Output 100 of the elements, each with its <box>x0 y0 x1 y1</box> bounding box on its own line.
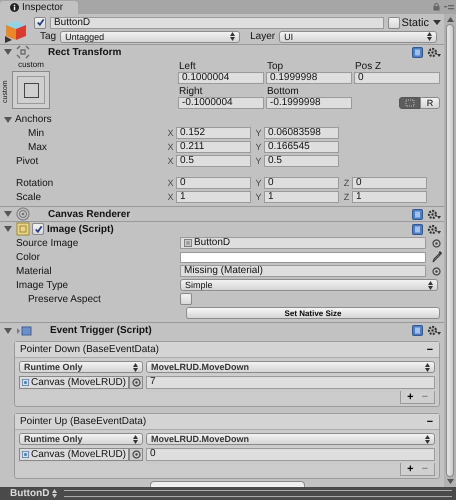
number-field[interactable]: 0 <box>176 177 251 189</box>
up-down-arrow-icon <box>133 362 138 372</box>
scroll-down-icon[interactable] <box>446 479 454 484</box>
number-field[interactable]: -0.1000004 <box>178 97 264 109</box>
info-icon <box>10 3 19 12</box>
up-down-arrow-icon <box>230 32 236 41</box>
component-header[interactable]: Canvas Renderer <box>0 206 444 221</box>
anchor-preset-button[interactable] <box>12 71 50 109</box>
component-header[interactable]: Image (Script) <box>0 221 444 236</box>
argument-field[interactable]: 0 <box>146 448 435 460</box>
enabled-checkbox[interactable] <box>32 223 44 235</box>
number-field[interactable]: 0.5 <box>176 155 251 167</box>
remove-event-button[interactable]: − <box>426 416 433 428</box>
gear-icon[interactable] <box>427 325 441 336</box>
fold-triangle-icon[interactable] <box>4 326 12 334</box>
runtime-dropdown[interactable]: Runtime Only <box>19 433 143 445</box>
scrollbar[interactable] <box>444 14 456 487</box>
preset-label: custom <box>18 59 44 71</box>
number-field[interactable]: 0.152 <box>176 127 251 139</box>
up-down-arrow-icon <box>427 32 432 41</box>
axis-label: X <box>166 128 174 138</box>
axis-label: X <box>166 156 174 166</box>
number-field[interactable]: 0.06083598 <box>264 127 339 139</box>
object-field[interactable]: Missing (Material) <box>180 265 426 277</box>
layer-dropdown[interactable]: UI <box>279 30 437 42</box>
component-header[interactable]: Event Trigger (Script) <box>0 322 444 338</box>
object-picker-icon[interactable] <box>432 238 441 248</box>
number-field[interactable]: 0.5 <box>264 155 339 167</box>
dropdown-arrow-icon[interactable] <box>433 20 441 25</box>
number-field[interactable]: -0.1999998 <box>266 97 352 109</box>
gear-icon[interactable] <box>427 46 441 58</box>
up-down-arrow-icon <box>425 434 430 444</box>
active-checkbox[interactable] <box>34 16 46 28</box>
help-book-icon[interactable] <box>412 46 423 58</box>
fold-triangle-icon[interactable] <box>4 225 12 233</box>
object-picker-icon[interactable] <box>432 266 441 276</box>
number-field[interactable]: 1 <box>176 191 251 203</box>
fold-triangle-icon[interactable] <box>4 48 12 56</box>
target-object-field[interactable]: Canvas (MoveLRUD) <box>19 448 129 460</box>
axis-label: Y <box>254 142 262 152</box>
number-field[interactable]: 0.166545 <box>264 141 339 153</box>
number-field[interactable]: 1 <box>264 191 339 203</box>
axis-label: X <box>166 192 174 202</box>
script-object-icon <box>22 450 29 458</box>
object-picker-icon[interactable] <box>132 450 140 458</box>
fold-triangle-icon[interactable] <box>4 210 12 218</box>
axis-label: Y <box>254 192 262 202</box>
axis-label: Y <box>254 128 262 138</box>
object-field[interactable]: ButtonD <box>180 237 426 249</box>
number-field[interactable]: 0 <box>354 72 440 84</box>
argument-field[interactable]: 7 <box>146 376 435 388</box>
color-field[interactable] <box>180 252 426 262</box>
axis-label: Z <box>342 178 350 188</box>
gear-icon[interactable] <box>427 224 441 234</box>
name-field[interactable]: ButtonD <box>50 16 384 28</box>
tag-dropdown[interactable]: Untagged <box>60 30 240 42</box>
scroll-up-icon[interactable] <box>446 17 454 22</box>
inspector-tab[interactable]: Inspector <box>0 1 78 14</box>
runtime-dropdown[interactable]: Runtime Only <box>19 361 143 373</box>
help-book-icon[interactable] <box>412 325 423 336</box>
number-field[interactable]: 0 <box>352 177 427 189</box>
up-down-arrow-icon[interactable] <box>52 489 58 498</box>
property-label: Max <box>27 142 48 152</box>
target-object-field[interactable]: Canvas (MoveLRUD) <box>19 376 129 388</box>
scrollbar-thumb[interactable] <box>446 24 454 477</box>
component-header[interactable]: Rect Transform <box>0 44 444 59</box>
checkbox[interactable] <box>180 293 192 305</box>
property-label: Pivot <box>15 156 40 166</box>
number-field[interactable]: 0.1999998 <box>266 72 352 84</box>
function-dropdown[interactable]: MoveLRUD.MoveDown <box>146 433 435 445</box>
help-book-icon[interactable] <box>412 224 423 234</box>
add-listener-button[interactable]: + <box>407 464 414 474</box>
number-field[interactable]: 0 <box>264 177 339 189</box>
eyedropper-icon[interactable] <box>432 251 442 263</box>
static-checkbox[interactable] <box>388 16 400 28</box>
image-type-dropdown[interactable]: Simple <box>180 279 438 291</box>
add-listener-button[interactable]: + <box>407 392 414 402</box>
help-book-icon[interactable] <box>412 208 423 220</box>
set-native-size-button[interactable]: Set Native Size <box>186 307 440 319</box>
field-label: Left <box>178 61 197 72</box>
number-field[interactable]: 0.1000004 <box>178 72 264 84</box>
property-label: Color <box>15 252 41 262</box>
resize-grip[interactable] <box>64 490 452 497</box>
number-field[interactable]: 0.211 <box>176 141 251 153</box>
fold-triangle-icon[interactable] <box>4 116 12 124</box>
menu-icon[interactable] <box>444 3 454 11</box>
raw-edit-button[interactable]: R <box>420 97 440 109</box>
number-field[interactable]: 1 <box>352 191 427 203</box>
lock-icon[interactable] <box>433 3 440 11</box>
function-dropdown[interactable]: MoveLRUD.MoveDown <box>146 361 435 373</box>
blueprint-mode-button[interactable] <box>399 97 420 109</box>
object-picker-icon[interactable] <box>132 378 140 386</box>
dotted-rectangle-icon <box>404 99 414 107</box>
add-event-button[interactable] <box>150 481 304 487</box>
gear-icon[interactable] <box>427 208 441 220</box>
field-label: Top <box>266 61 284 72</box>
remove-event-button[interactable]: − <box>426 344 433 356</box>
anchors-label: Anchors <box>15 114 52 125</box>
cube-icon <box>4 19 28 43</box>
property-label: Material <box>15 266 53 276</box>
